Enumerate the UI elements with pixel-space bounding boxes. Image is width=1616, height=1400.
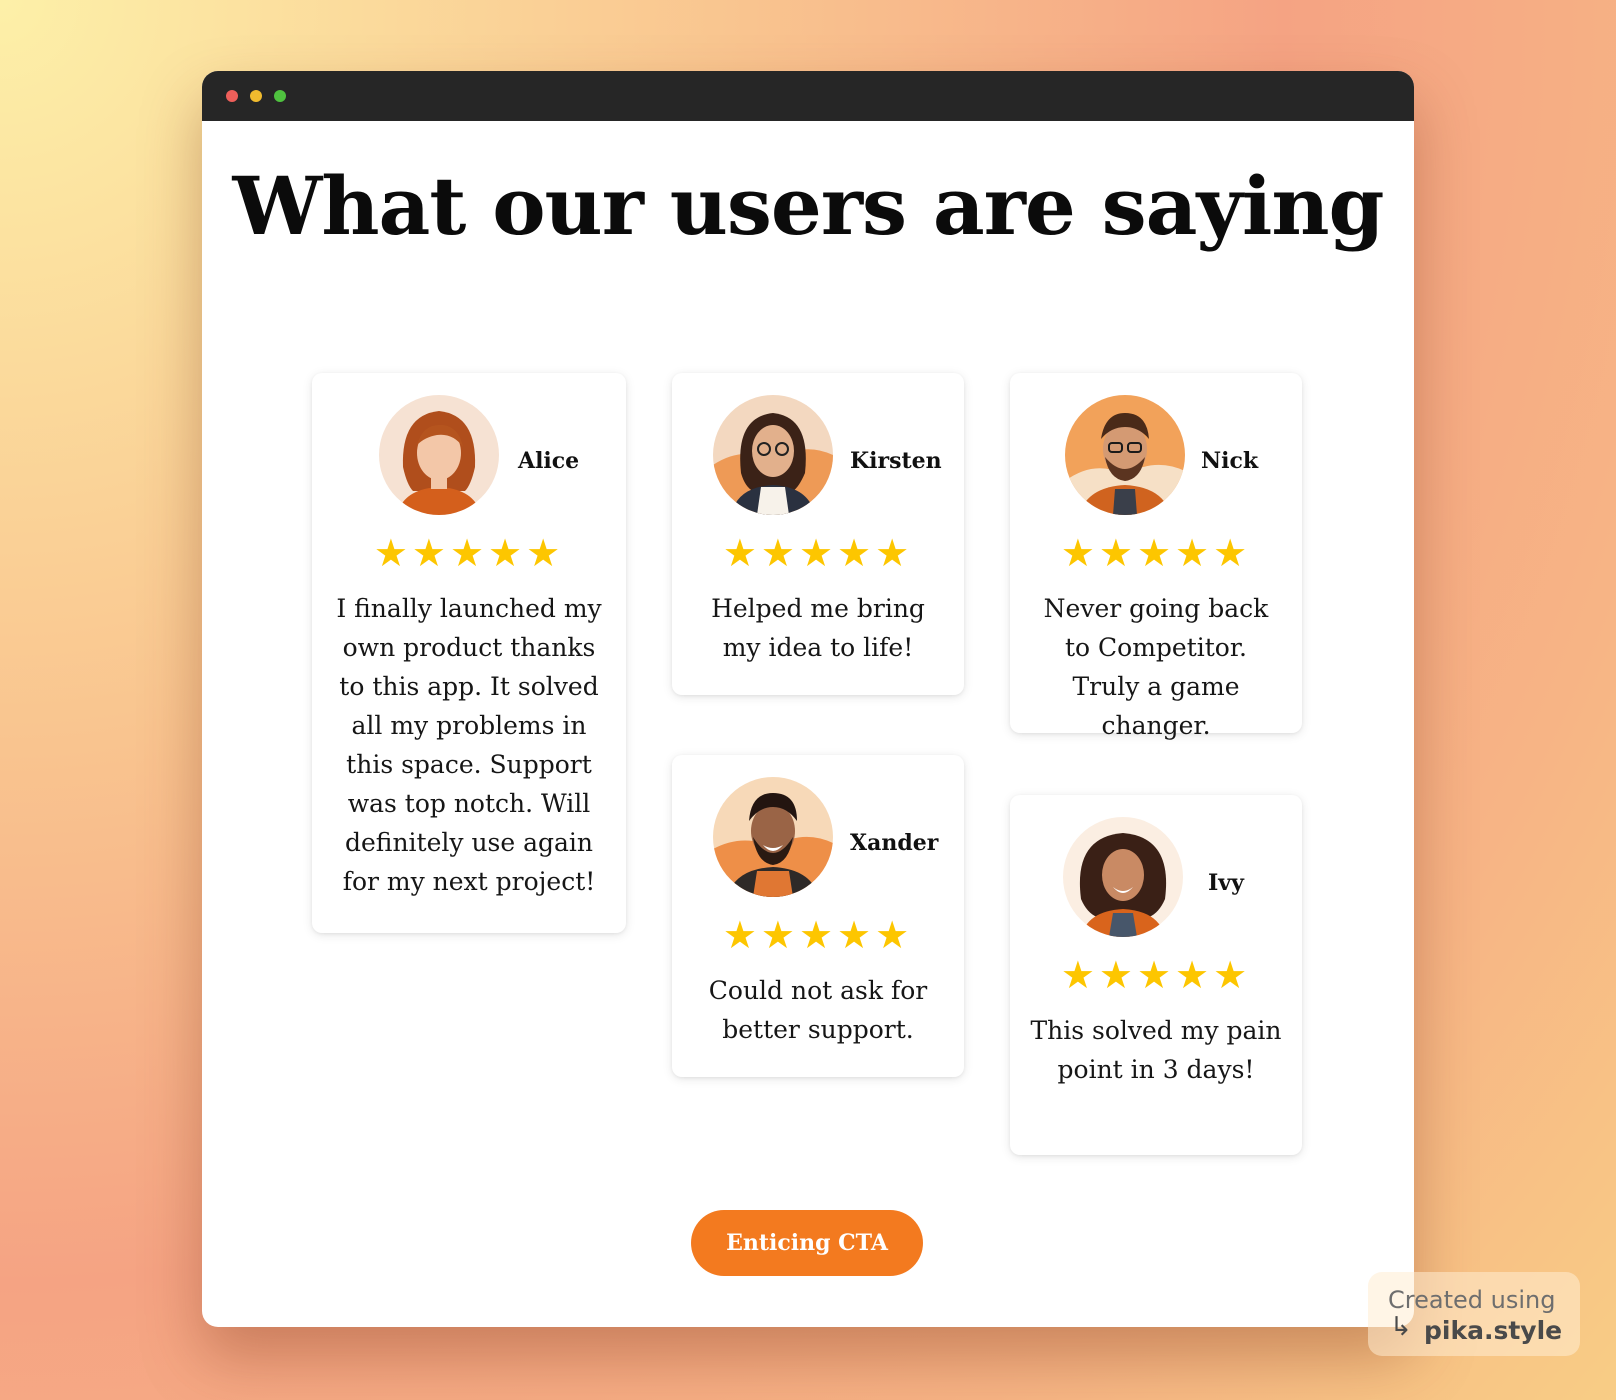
return-arrow-icon: ↳ <box>1390 1312 1412 1342</box>
avatar-ivy <box>1063 817 1183 937</box>
star-rating: ★★★★★ <box>373 531 565 575</box>
testimonial-card-kirsten: Kirsten ★★★★★ Helped me bring my idea to… <box>672 373 964 695</box>
page-heading: What our users are saying <box>232 159 1385 253</box>
star-rating: ★★★★★ <box>722 531 914 575</box>
reviewer-name: Nick <box>1201 448 1259 474</box>
testimonial-quote: Could not ask for better support. <box>708 976 928 1044</box>
star-rating: ★★★★★ <box>1060 531 1252 575</box>
close-window-dot[interactable] <box>226 90 238 102</box>
reviewer-name: Xander <box>850 830 939 856</box>
testimonial-card-nick: Nick ★★★★★ Never going back to Competito… <box>1010 373 1302 740</box>
testimonial-card-xander: Xander ★★★★★ Could not ask for better su… <box>672 755 964 1077</box>
maximize-window-dot[interactable] <box>274 90 286 102</box>
watermark-label: Created using <box>1388 1286 1556 1314</box>
reviewer-name: Alice <box>518 448 580 474</box>
pika-style-watermark[interactable]: Created using ↳ pika.style <box>1368 1272 1580 1356</box>
cta-button[interactable]: Enticing CTA <box>691 1210 923 1276</box>
browser-window: What our users are saying Alice ★★★★★ I … <box>202 71 1414 1327</box>
avatar-kirsten <box>713 395 833 515</box>
testimonial-card-alice: Alice ★★★★★ I finally launched my own pr… <box>312 373 626 933</box>
avatar-xander <box>713 777 833 897</box>
testimonial-quote: This solved my pain point in 3 days! <box>1030 1016 1282 1084</box>
avatar-nick <box>1065 395 1185 515</box>
minimize-window-dot[interactable] <box>250 90 262 102</box>
testimonial-quote: I finally launched my own product thanks… <box>336 594 602 896</box>
watermark-brand: pika.style <box>1424 1316 1563 1345</box>
reviewer-name: Kirsten <box>850 448 942 474</box>
testimonial-card-ivy: Ivy ★★★★★ This solved my pain point in 3… <box>1010 795 1302 1155</box>
star-rating: ★★★★★ <box>722 913 914 957</box>
testimonial-quote: Never going back to Competitor. Truly a … <box>1043 594 1269 740</box>
window-titlebar <box>202 71 1414 121</box>
testimonial-quote: Helped me bring my idea to life! <box>711 594 925 662</box>
avatar-alice <box>379 395 499 515</box>
reviewer-name: Ivy <box>1208 870 1244 896</box>
star-rating: ★★★★★ <box>1060 953 1252 997</box>
